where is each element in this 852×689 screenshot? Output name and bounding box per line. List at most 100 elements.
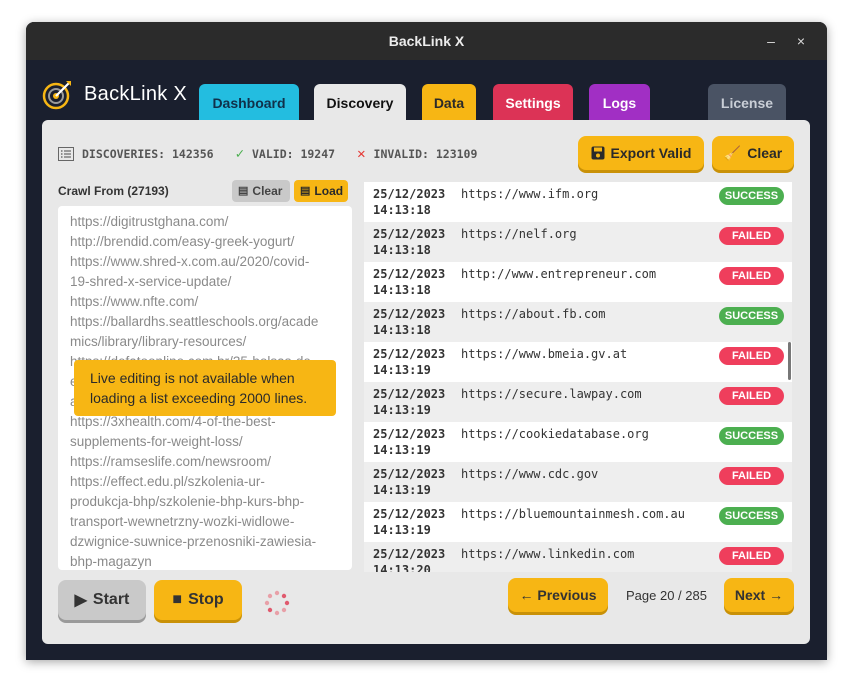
result-date: 25/12/2023 bbox=[373, 187, 446, 201]
close-button[interactable]: × bbox=[789, 22, 813, 60]
result-time: 14:13:18 bbox=[373, 243, 431, 257]
result-row: 25/12/2023 14:13:19 https://secure.lawpay… bbox=[364, 382, 792, 422]
minimize-button[interactable]: – bbox=[759, 22, 783, 60]
url-line: produkcja-bhp/szkolenie-bhp-kurs-bhp- bbox=[70, 494, 305, 509]
discovery-panel: DISCOVERIES: 142356 ✓ VALID: 19247 ✕ INV… bbox=[42, 120, 810, 644]
result-date: 25/12/2023 bbox=[373, 307, 446, 321]
result-datetime: 25/12/2023 14:13:19 bbox=[373, 346, 445, 378]
result-url: https://about.fb.com bbox=[461, 307, 606, 321]
crawl-clear-label: Clear bbox=[252, 184, 283, 198]
check-icon: ✓ bbox=[235, 146, 244, 162]
status-badge: FAILED bbox=[719, 547, 784, 565]
status-badge: FAILED bbox=[719, 387, 784, 405]
result-date: 25/12/2023 bbox=[373, 227, 446, 241]
start-button[interactable]: ▶ Start bbox=[58, 580, 146, 620]
result-datetime: 25/12/2023 14:13:18 bbox=[373, 306, 445, 338]
result-row: 25/12/2023 14:13:18 https://about.fb.com … bbox=[364, 302, 792, 342]
url-line: https://effect.edu.pl/szkolenia-ur- bbox=[70, 474, 265, 489]
status-badge: SUCCESS bbox=[719, 307, 784, 325]
result-datetime: 25/12/2023 14:13:18 bbox=[373, 186, 445, 218]
result-date: 25/12/2023 bbox=[373, 267, 446, 281]
clear-results-button[interactable]: 🧹 Clear bbox=[712, 136, 794, 170]
result-url: https://www.ifm.org bbox=[461, 187, 599, 201]
stat-discoveries: DISCOVERIES: 142356 bbox=[58, 147, 214, 161]
stop-label: Stop bbox=[188, 591, 224, 608]
status-badge: SUCCESS bbox=[719, 507, 784, 525]
url-line: transport-wewnetrzny-wozki-widlowe- bbox=[70, 514, 295, 529]
status-badge: SUCCESS bbox=[719, 187, 784, 205]
tab-data[interactable]: Data bbox=[422, 84, 476, 122]
result-time: 14:13:19 bbox=[373, 443, 431, 457]
result-row: 25/12/2023 14:13:18 https://nelf.org FAIL… bbox=[364, 222, 792, 262]
crawl-clear-button[interactable]: ▤ Clear bbox=[232, 180, 290, 202]
discoveries-count: DISCOVERIES: 142356 bbox=[82, 147, 214, 161]
result-time: 14:13:19 bbox=[373, 483, 431, 497]
list-icon bbox=[58, 147, 74, 161]
stats-bar: DISCOVERIES: 142356 ✓ VALID: 19247 ✕ INV… bbox=[58, 144, 499, 164]
result-datetime: 25/12/2023 14:13:20 bbox=[373, 546, 445, 572]
result-url: https://bluemountainmesh.com.au bbox=[461, 507, 685, 521]
result-time: 14:13:19 bbox=[373, 403, 431, 417]
result-row: 25/12/2023 14:13:18 https://www.ifm.org S… bbox=[364, 182, 792, 222]
result-datetime: 25/12/2023 14:13:19 bbox=[373, 506, 445, 538]
logo-text-thin: Link X bbox=[129, 82, 188, 105]
result-time: 14:13:20 bbox=[373, 563, 431, 572]
export-valid-button[interactable]: Export Valid bbox=[578, 136, 704, 170]
url-line: https://ballardhs.seattleschools.org/aca… bbox=[70, 314, 319, 329]
export-valid-label: Export Valid bbox=[610, 145, 692, 161]
x-icon: ✕ bbox=[357, 146, 366, 162]
result-row: 25/12/2023 14:13:19 https://www.cdc.gov F… bbox=[364, 462, 792, 502]
play-icon: ▶ bbox=[74, 592, 87, 609]
tab-logs[interactable]: Logs bbox=[589, 84, 650, 122]
result-row: 25/12/2023 14:13:19 https://bluemountainm… bbox=[364, 502, 792, 542]
logo-text: BackLink X bbox=[84, 83, 187, 106]
result-time: 14:13:19 bbox=[373, 523, 431, 537]
url-line: bhp-magazyn bbox=[70, 554, 152, 569]
result-date: 25/12/2023 bbox=[373, 547, 446, 561]
url-line: https://www.shred-x.com.au/2020/covid- bbox=[70, 254, 310, 269]
clear-results-label: Clear bbox=[747, 145, 783, 161]
stat-valid: ✓ VALID: 19247 bbox=[236, 146, 336, 162]
results-list[interactable]: 25/12/2023 14:13:18 https://www.ifm.org S… bbox=[364, 182, 792, 572]
results-scrollbar[interactable] bbox=[788, 342, 791, 380]
tab-discovery[interactable]: Discovery bbox=[314, 84, 406, 124]
status-badge: SUCCESS bbox=[719, 427, 784, 445]
result-row: 25/12/2023 14:13:19 https://www.bmeia.gv.… bbox=[364, 342, 792, 382]
file-icon: ▤ bbox=[238, 185, 249, 197]
save-icon bbox=[591, 146, 605, 160]
stop-icon: ■ bbox=[172, 591, 183, 608]
title-bar: BackLink X bbox=[26, 22, 827, 60]
crawl-load-button[interactable]: ▤ Load bbox=[294, 180, 348, 202]
result-date: 25/12/2023 bbox=[373, 347, 446, 361]
result-time: 14:13:19 bbox=[373, 363, 431, 377]
result-url: https://www.cdc.gov bbox=[461, 467, 599, 481]
url-line: 19-shred-x-service-update/ bbox=[70, 274, 232, 289]
app-window: BackLink X – × BackLink X Dashboard Disc… bbox=[26, 22, 827, 660]
next-page-button[interactable]: Next → bbox=[724, 578, 794, 612]
result-datetime: 25/12/2023 14:13:18 bbox=[373, 266, 445, 298]
file-text-icon: ▤ bbox=[300, 185, 311, 197]
tab-dashboard[interactable]: Dashboard bbox=[199, 84, 299, 122]
result-url: https://www.linkedin.com bbox=[461, 547, 635, 561]
result-date: 25/12/2023 bbox=[373, 467, 446, 481]
result-date: 25/12/2023 bbox=[373, 427, 446, 441]
result-datetime: 25/12/2023 14:13:19 bbox=[373, 466, 445, 498]
result-time: 14:13:18 bbox=[373, 283, 431, 297]
result-url: https://cookiedatabase.org bbox=[461, 427, 649, 441]
broom-icon: 🧹 bbox=[723, 144, 742, 161]
url-line: https://www.nfte.com/ bbox=[70, 294, 199, 309]
crawl-from-label: Crawl From (27193) bbox=[58, 184, 169, 198]
previous-page-button[interactable]: ← Previous bbox=[508, 578, 608, 612]
result-date: 25/12/2023 bbox=[373, 387, 446, 401]
crawl-load-label: Load bbox=[314, 184, 344, 198]
window-title: BackLink X bbox=[388, 33, 465, 49]
page-indicator: Page 20 / 285 bbox=[626, 588, 707, 603]
valid-count: VALID: 19247 bbox=[252, 147, 336, 161]
logo-text-bold: Back bbox=[84, 82, 130, 105]
result-url: https://nelf.org bbox=[461, 227, 577, 241]
tab-license[interactable]: License bbox=[708, 84, 786, 122]
url-line: mics/library/library-resources/ bbox=[70, 334, 247, 349]
status-badge: FAILED bbox=[719, 467, 784, 485]
stop-button[interactable]: ■ Stop bbox=[154, 580, 242, 620]
tab-settings[interactable]: Settings bbox=[493, 84, 573, 122]
